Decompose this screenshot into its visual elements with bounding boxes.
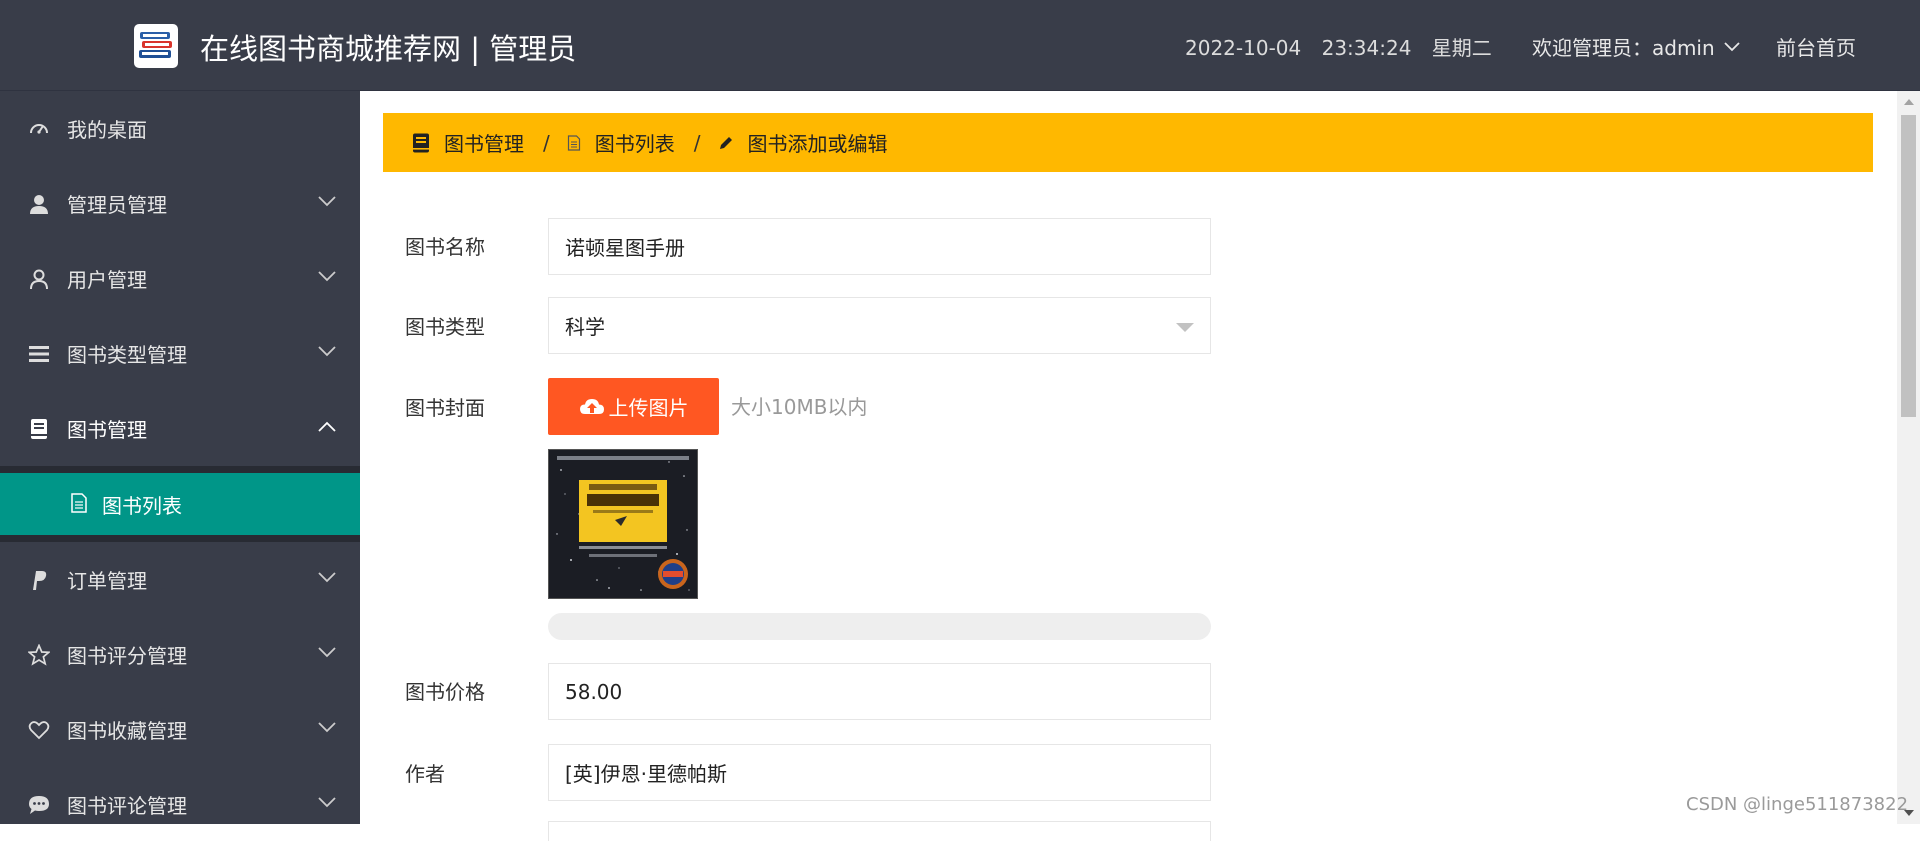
sidebar-item-desktop[interactable]: 我的桌面 (0, 91, 360, 166)
chevron-down-icon (318, 797, 336, 808)
upload-image-button[interactable]: 上传图片 (548, 378, 719, 435)
star-icon (28, 644, 50, 666)
book-cover-label: 图书封面 (405, 396, 485, 420)
sidebar-item-book-comment-manage[interactable]: 图书评论管理 (0, 767, 360, 824)
caret-down-icon (1176, 323, 1194, 332)
book-name-label: 图书名称 (405, 235, 485, 259)
scroll-thumb[interactable] (1901, 115, 1916, 417)
current-date: 2022-10-04 (1185, 36, 1302, 60)
sidebar-item-book-type-manage[interactable]: 图书类型管理 (0, 316, 360, 391)
book-type-select[interactable]: 科学 (548, 297, 1211, 354)
paypal-icon (28, 569, 50, 591)
upload-progress-bar (548, 613, 1211, 640)
sidebar-nav: 我的桌面 管理员管理 用户管理 图书类型管理 图书管理 图书列表 订单管理 图书… (0, 91, 360, 824)
cloud-upload-icon (579, 398, 604, 414)
front-home-link[interactable]: 前台首页 (1776, 32, 1856, 61)
main-content: 图书管理 / 图书列表 / 图书添加或编辑 图书名称 诺顿星图手册 图书类型 科… (360, 91, 1897, 841)
book-cover-image (548, 449, 698, 599)
sidebar-item-label: 管理员管理 (67, 193, 167, 217)
book-name-input[interactable]: 诺顿星图手册 (548, 218, 1211, 275)
top-header: 在线图书商城推荐网 | 管理员 2022-10-04 23:34:24 星期二 … (0, 0, 1920, 91)
author-input[interactable]: [英]伊恩·里德帕斯 (548, 744, 1211, 801)
breadcrumb: 图书管理 / 图书列表 / 图书添加或编辑 (383, 113, 1873, 172)
sidebar-item-label: 图书评分管理 (67, 644, 187, 668)
sidebar-item-book-rating-manage[interactable]: 图书评分管理 (0, 617, 360, 692)
admin-user-menu[interactable]: 欢迎管理员：admin (1532, 32, 1740, 61)
user-solid-icon (28, 193, 50, 215)
book-type-label: 图书类型 (405, 315, 485, 339)
breadcrumb-label: 图书添加或编辑 (747, 132, 888, 156)
welcome-text: 欢迎管理员：admin (1532, 36, 1715, 60)
current-datetime: 2022-10-04 23:34:24 星期二 (1185, 32, 1506, 61)
breadcrumb-item-book-edit: 图书添加或编辑 (718, 128, 888, 157)
sidebar-item-label: 图书收藏管理 (67, 719, 187, 743)
chevron-down-icon (318, 722, 336, 733)
breadcrumb-item-book-manage[interactable]: 图书管理 (412, 128, 524, 157)
chevron-down-icon (318, 647, 336, 658)
comment-icon (28, 794, 50, 816)
sidebar-item-label: 订单管理 (67, 569, 147, 593)
next-field-input[interactable] (548, 821, 1211, 841)
upload-size-hint: 大小10MB以内 (731, 395, 868, 419)
chevron-down-icon (318, 196, 336, 207)
sidebar-submenu: 图书列表 (0, 466, 360, 542)
sidebar-item-admin-manage[interactable]: 管理员管理 (0, 166, 360, 241)
chevron-down-icon (1724, 41, 1740, 51)
sidebar-item-label: 图书类型管理 (67, 343, 187, 367)
book-price-label: 图书价格 (405, 680, 485, 704)
sidebar-item-label: 图书评论管理 (67, 794, 187, 818)
sidebar-item-label: 我的桌面 (67, 118, 147, 142)
sidebar-item-book-manage[interactable]: 图书管理 (0, 391, 360, 466)
document-icon (70, 493, 88, 518)
breadcrumb-separator: / (693, 130, 701, 155)
scroll-up-arrow[interactable] (1904, 99, 1914, 105)
books-logo-icon[interactable] (134, 24, 178, 68)
sidebar-item-book-favorite-manage[interactable]: 图书收藏管理 (0, 692, 360, 767)
sidebar-item-label: 图书管理 (67, 418, 147, 442)
list-icon (28, 343, 50, 365)
sidebar-subitem-label: 图书列表 (102, 494, 182, 518)
book-price-input[interactable]: 58.00 (548, 663, 1211, 720)
sidebar-item-order-manage[interactable]: 订单管理 (0, 542, 360, 617)
sidebar-item-label: 用户管理 (67, 268, 147, 292)
breadcrumb-label: 图书列表 (594, 132, 675, 156)
site-title: 在线图书商城推荐网 | 管理员 (200, 32, 577, 66)
chevron-down-icon (318, 271, 336, 282)
book-name-value: 诺顿星图手册 (565, 236, 685, 260)
book-icon (413, 133, 429, 152)
author-label: 作者 (405, 762, 445, 786)
breadcrumb-separator: / (543, 130, 550, 155)
book-price-value: 58.00 (565, 679, 623, 704)
user-outline-icon (28, 268, 50, 290)
dashboard-icon (28, 118, 50, 140)
breadcrumb-item-book-list[interactable]: 图书列表 (567, 128, 675, 157)
breadcrumb-label: 图书管理 (444, 132, 524, 156)
pencil-icon (719, 136, 732, 149)
chevron-down-icon (318, 346, 336, 357)
document-icon (567, 134, 580, 151)
csdn-watermark: CSDN @linge511873822 (1686, 794, 1909, 815)
sidebar-item-user-manage[interactable]: 用户管理 (0, 241, 360, 316)
upload-button-label: 上传图片 (608, 396, 689, 420)
heart-icon (28, 719, 50, 741)
book-type-value: 科学 (565, 315, 605, 339)
sidebar-subitem-book-list[interactable]: 图书列表 (0, 473, 360, 535)
chevron-up-icon (318, 421, 336, 432)
main-scrollbar[interactable] (1897, 91, 1920, 824)
current-time: 23:34:24 (1321, 36, 1412, 60)
chevron-down-icon (318, 572, 336, 583)
current-weekday: 星期二 (1431, 36, 1492, 60)
author-value: [英]伊恩·里德帕斯 (565, 762, 727, 786)
book-icon (28, 418, 50, 440)
